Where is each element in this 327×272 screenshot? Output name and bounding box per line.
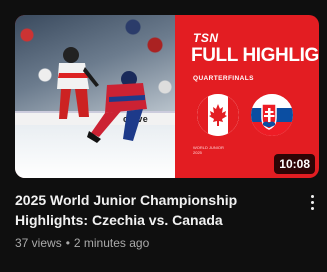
headline-text: FULL HIGHLIGHTS (191, 45, 319, 66)
canada-flag-icon (197, 94, 239, 136)
round-text: QUARTERFINALS (193, 75, 254, 82)
menu-dot (310, 194, 314, 198)
video-metadata: 37 views • 2 minutes ago (15, 236, 149, 250)
menu-dot (310, 200, 314, 204)
event-small-text: WORLD JUNIOR 2025 (193, 145, 224, 155)
thumbnail-photo: crave (15, 15, 175, 178)
more-vertical-icon[interactable] (304, 191, 320, 213)
event-small-year: 2025 (193, 150, 202, 155)
meta-separator: • (65, 236, 70, 250)
video-thumbnail[interactable]: crave TSN FULL HIGHLIGHTS (15, 15, 319, 178)
view-count: 37 views (15, 236, 62, 250)
slovakia-flag-icon (251, 94, 293, 136)
tsn-logo: TSN (193, 31, 219, 45)
video-card[interactable]: crave TSN FULL HIGHLIGHTS (0, 0, 327, 272)
player-czechia-figure (87, 71, 147, 143)
upload-age: 2 minutes ago (73, 236, 150, 250)
duration-badge: 10:08 (274, 154, 315, 174)
video-title[interactable]: 2025 World Junior Championship Highlight… (15, 190, 300, 230)
menu-dot (310, 206, 314, 210)
